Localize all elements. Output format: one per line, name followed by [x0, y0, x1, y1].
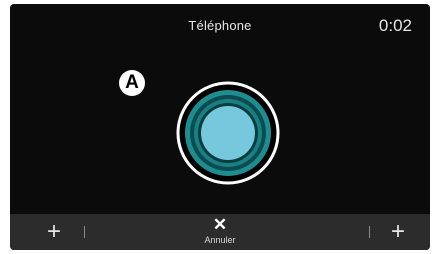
call-timer: 0:02 [378, 16, 412, 35]
add-right-button[interactable]: + [378, 218, 418, 246]
screen: Téléphone 0:02 A + ✕ Annuler + [10, 4, 430, 250]
call-circle-icon [176, 81, 280, 185]
page-title: Téléphone [188, 18, 252, 33]
cancel-button[interactable]: ✕ Annuler [180, 216, 260, 250]
cancel-label: Annuler [204, 235, 236, 245]
close-icon: ✕ [212, 215, 228, 234]
divider [84, 226, 85, 238]
add-left-button[interactable]: + [34, 218, 74, 246]
plus-icon: + [390, 218, 405, 245]
divider [369, 226, 370, 238]
call-circle-button[interactable] [176, 81, 280, 185]
callout-marker: A [119, 70, 145, 96]
bottom-bar: + ✕ Annuler + [10, 214, 430, 250]
plus-icon: + [46, 218, 61, 245]
